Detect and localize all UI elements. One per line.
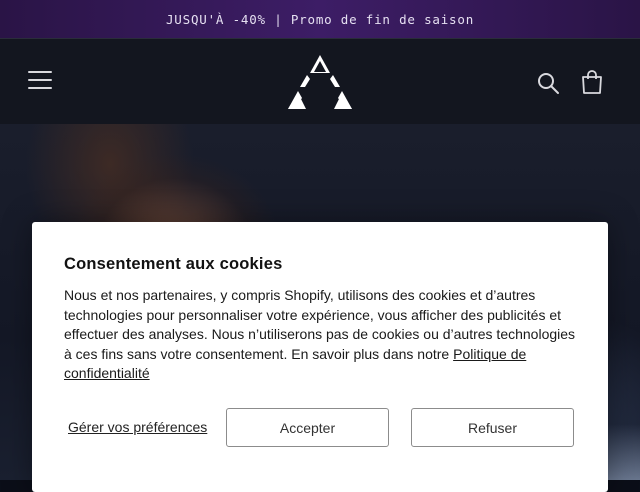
triangle-logo-icon[interactable] [286, 53, 354, 111]
cookie-title: Consentement aux cookies [64, 255, 283, 273]
hamburger-menu-icon[interactable] [28, 71, 52, 93]
announcement-bar: JUSQU'À -40% | Promo de fin de saison [0, 0, 640, 38]
shopping-bag-icon[interactable] [580, 69, 604, 95]
search-icon[interactable] [536, 71, 560, 95]
announcement-text: JUSQU'À -40% | Promo de fin de saison [165, 11, 475, 27]
cookie-consent-dialog: Consentement aux cookies Nous et nos par… [32, 222, 608, 492]
refuse-button[interactable]: Refuser [411, 408, 574, 447]
accept-button[interactable]: Accepter [226, 408, 389, 447]
cookie-description: Nous et nos partenaires, y compris Shopi… [64, 286, 584, 384]
manage-preferences-link[interactable]: Gérer vos préférences [68, 418, 207, 436]
site-header [0, 38, 640, 125]
